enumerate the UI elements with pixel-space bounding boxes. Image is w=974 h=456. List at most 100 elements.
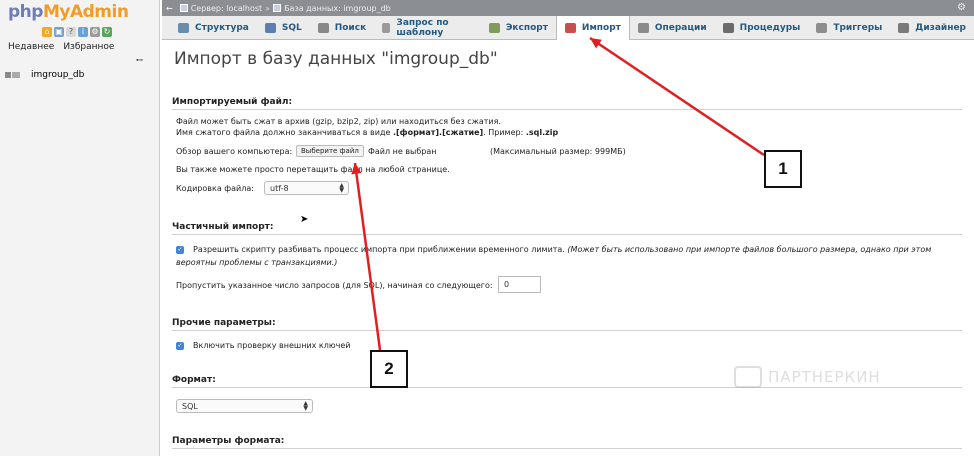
callout-2: 2 <box>370 350 408 388</box>
format-options-heading: Параметры формата: <box>172 436 285 446</box>
designer-icon <box>898 22 910 33</box>
allow-interrupt-note-cont: вероятны проблемы с транзакциями.) <box>176 258 338 267</box>
no-file-status: Файл не выбран <box>368 147 437 156</box>
file-compression-note: Файл может быть сжат в архив (gzip, bzip… <box>176 117 501 126</box>
tab-favorites[interactable]: Избранное <box>63 42 114 52</box>
reload-icon[interactable]: ↻ <box>102 27 112 37</box>
allow-interrupt-note: (Может быть использовано при импорте фай… <box>567 245 932 254</box>
encoding-value: utf-8 <box>270 183 289 193</box>
watermark-logo-icon <box>734 366 762 388</box>
routines-icon <box>722 22 734 33</box>
tab-sql[interactable]: SQL <box>257 16 310 40</box>
tab-recent[interactable]: Недавнее <box>8 42 54 52</box>
sidebar-db-item[interactable]: imgroup_db <box>5 70 84 80</box>
search-icon <box>317 22 329 33</box>
fk-checks-label: Включить проверку внешних ключей <box>193 341 351 350</box>
skip-queries-input[interactable]: 0 <box>498 276 541 293</box>
encoding-label: Кодировка файла: <box>176 184 254 193</box>
database-icon <box>5 70 27 80</box>
structure-icon <box>178 22 189 33</box>
page-title: Импорт в базу данных "imgroup_db" <box>174 49 498 69</box>
allow-interrupt-label: Разрешить скрипту разбивать процесс импо… <box>193 245 931 254</box>
tab-export[interactable]: Экспорт <box>481 16 556 40</box>
query-icon <box>382 22 391 33</box>
link-chain-icon[interactable]: ⊷ <box>136 56 143 64</box>
breadcrumb-bar: ← Сервер: localhost » База данных: imgro… <box>162 0 974 16</box>
file-section-heading: Импортируемый файл: <box>172 97 293 107</box>
tab-label: Операции <box>654 22 707 33</box>
allow-interrupt-checkbox[interactable]: ✓ <box>176 246 184 254</box>
tab-structure[interactable]: Структура <box>170 16 257 40</box>
format-value: SQL <box>182 401 198 411</box>
sidebar-icon-bar: ⌂ ▣ ? i ⚙ ↻ <box>42 27 112 37</box>
watermark-text: ПАРТНЕРКИН <box>768 368 881 386</box>
format-section-heading: Формат: <box>172 375 216 385</box>
tab-label: Триггеры <box>833 22 883 33</box>
section-divider <box>172 109 962 110</box>
sidebar-tabs: Недавнее Избранное <box>8 42 114 52</box>
file-name-note-prefix: Имя сжатого файла должно заканчиваться в… <box>176 128 393 137</box>
tab-label: Структура <box>195 22 249 33</box>
file-name-example: .sql.zip <box>525 128 559 137</box>
tab-label: Запрос по шаблону <box>396 17 449 38</box>
sql-icon <box>264 22 276 33</box>
file-name-note-mid: . Пример: <box>483 128 526 137</box>
database-icon <box>273 4 282 12</box>
logout-icon[interactable]: ▣ <box>54 27 64 37</box>
settings-icon[interactable]: ⚙ <box>90 27 100 37</box>
other-section-heading: Прочие параметры: <box>172 318 276 328</box>
breadcrumb-server[interactable]: Сервер: localhost <box>191 4 262 13</box>
phpmyadmin-logo[interactable]: phpMyAdmin <box>8 2 129 22</box>
home-icon[interactable]: ⌂ <box>42 27 52 37</box>
tab-label: Дизайнер <box>915 22 966 33</box>
tab-triggers[interactable]: Триггеры <box>808 16 890 40</box>
max-size-note: (Максимальный размер: 999МБ) <box>490 147 626 156</box>
tab-query[interactable]: Запрос по шаблону <box>374 16 481 40</box>
choose-file-button[interactable]: Выберите файл <box>296 145 364 157</box>
partial-section-heading: Частичный импорт: <box>172 222 274 232</box>
browse-label: Обзор вашего компьютера: <box>176 147 293 156</box>
logo-php-text: php <box>8 2 43 22</box>
screenshot-root: phpMyAdmin ⌂ ▣ ? i ⚙ ↻ Недавнее Избранно… <box>0 0 974 456</box>
tab-label: SQL <box>281 22 302 33</box>
encoding-select[interactable]: utf-8 ▲ ▼ <box>264 181 349 195</box>
section-divider <box>172 330 962 331</box>
tab-label: Импорт <box>581 22 621 33</box>
wrench-icon <box>637 22 649 33</box>
tab-routines[interactable]: Процедуры <box>715 16 809 40</box>
tab-label: Процедуры <box>739 22 801 33</box>
section-divider <box>172 448 962 449</box>
sql-docs-icon[interactable]: i <box>78 27 88 37</box>
tab-label: Экспорт <box>505 22 548 33</box>
watermark: ПАРТНЕРКИН <box>734 366 881 388</box>
breadcrumb-separator: » <box>265 3 271 13</box>
navigation-sidebar: phpMyAdmin ⌂ ▣ ? i ⚙ ↻ Недавнее Избранно… <box>0 0 160 456</box>
tab-label: Поиск <box>334 22 367 33</box>
skip-queries-label: Пропустить указанное число запросов (для… <box>176 281 493 290</box>
back-arrow-icon[interactable]: ← <box>166 4 173 13</box>
drag-hint: Вы также можете просто перетащить файл н… <box>176 165 450 174</box>
tab-wrench[interactable]: Операции <box>630 16 715 40</box>
export-icon <box>488 22 500 33</box>
gear-icon[interactable]: ⚙ <box>957 2 966 13</box>
logo-admin-text: MyAdmin <box>42 2 129 22</box>
callout-1: 1 <box>764 150 802 188</box>
select-caret-icon: ▲ ▼ <box>339 182 344 194</box>
import-icon <box>564 22 576 33</box>
tab-search[interactable]: Поиск <box>310 16 374 40</box>
triggers-icon <box>816 22 828 33</box>
sidebar-db-name: imgroup_db <box>31 70 85 80</box>
format-select[interactable]: SQL ▲ ▼ <box>176 399 313 413</box>
server-icon <box>179 4 188 12</box>
top-menu: Структура SQL Поиск Запрос по шаблону Экспор… <box>162 15 974 40</box>
docs-icon[interactable]: ? <box>66 27 76 37</box>
tab-designer[interactable]: Дизайнер <box>890 16 974 40</box>
select-caret-icon: ▲ ▼ <box>303 400 308 412</box>
fk-checks-checkbox[interactable]: ✓ <box>176 342 184 350</box>
file-name-format: .[формат].[сжатие] <box>392 128 484 137</box>
breadcrumb-database[interactable]: База данных: imgroup_db <box>284 4 391 13</box>
mouse-cursor-icon: ➤ <box>300 214 309 225</box>
allow-interrupt-text: Разрешить скрипту разбивать процесс импо… <box>193 245 565 254</box>
section-divider <box>172 234 962 235</box>
tab-import[interactable]: Импорт <box>555 15 630 40</box>
